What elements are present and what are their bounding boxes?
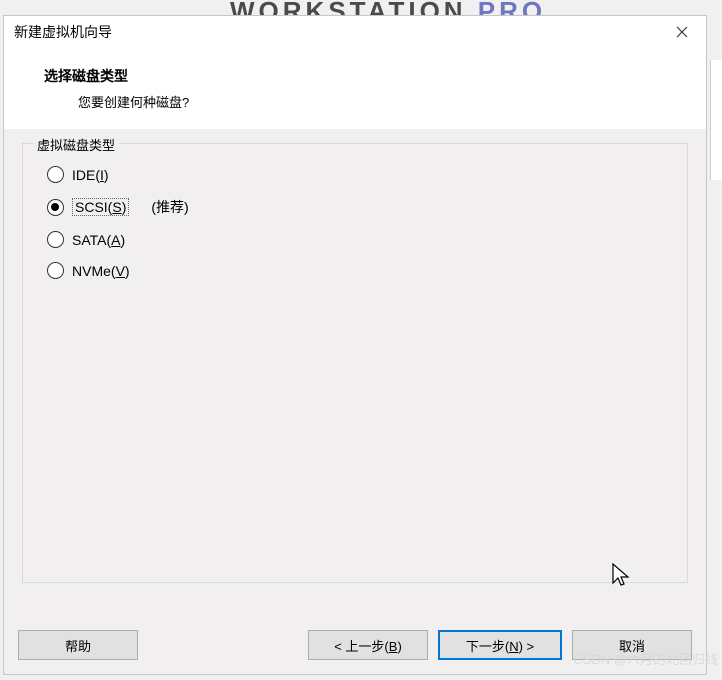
- window-title: 新建虚拟机向导: [14, 22, 112, 42]
- radio-sata[interactable]: [47, 231, 64, 248]
- wizard-content: 虚拟磁盘类型 IDE(I) SCSI(S) (推荐) SATA(A): [4, 129, 706, 620]
- next-button[interactable]: 下一步(N) >: [438, 630, 562, 660]
- titlebar: 新建虚拟机向导: [4, 16, 706, 48]
- disk-type-group: 虚拟磁盘类型 IDE(I) SCSI(S) (推荐) SATA(A): [22, 143, 688, 583]
- radio-scsi[interactable]: [47, 199, 64, 216]
- wizard-header: 选择磁盘类型 您要创建何种磁盘?: [4, 48, 706, 129]
- close-icon: [676, 26, 688, 38]
- radio-nvme[interactable]: [47, 262, 64, 279]
- wizard-dialog: 新建虚拟机向导 选择磁盘类型 您要创建何种磁盘? 虚拟磁盘类型 IDE(I) S…: [3, 15, 707, 675]
- radio-option-scsi[interactable]: SCSI(S) (推荐): [47, 197, 671, 217]
- radio-option-sata[interactable]: SATA(A): [47, 231, 671, 248]
- radio-option-nvme[interactable]: NVMe(V): [47, 262, 671, 279]
- cancel-button[interactable]: 取消: [572, 630, 692, 660]
- radio-label-scsi[interactable]: SCSI(S): [72, 198, 129, 216]
- wizard-footer: 帮助 < 上一步(B) 下一步(N) > 取消: [4, 620, 706, 674]
- radio-ide[interactable]: [47, 166, 64, 183]
- background-strip: [710, 60, 722, 180]
- help-button[interactable]: 帮助: [18, 630, 138, 660]
- step-title: 选择磁盘类型: [44, 66, 680, 86]
- recommended-tag: (推荐): [151, 197, 188, 217]
- back-button[interactable]: < 上一步(B): [308, 630, 428, 660]
- close-button[interactable]: [666, 21, 698, 43]
- radio-label-nvme[interactable]: NVMe(V): [72, 263, 130, 279]
- radio-label-ide[interactable]: IDE(I): [72, 167, 109, 183]
- radio-option-ide[interactable]: IDE(I): [47, 166, 671, 183]
- group-legend: 虚拟磁盘类型: [33, 135, 119, 154]
- step-subtitle: 您要创建何种磁盘?: [78, 92, 680, 111]
- radio-label-sata[interactable]: SATA(A): [72, 232, 125, 248]
